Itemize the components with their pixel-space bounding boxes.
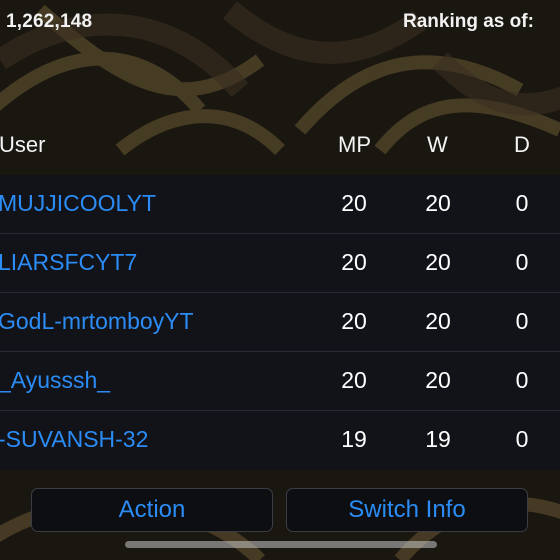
- mp-value: 20: [341, 308, 367, 334]
- player-count: 1,262,148: [6, 11, 93, 32]
- mp-value: 20: [341, 367, 367, 393]
- d-value: 0: [515, 367, 529, 393]
- table-row[interactable]: LIARSFCYT7 20 20 0: [0, 234, 560, 293]
- d-value: 0: [515, 190, 529, 216]
- user-link[interactable]: MUJJICOOLYT: [0, 190, 156, 217]
- mp-value: 19: [341, 426, 367, 452]
- column-header-user: User: [0, 132, 46, 157]
- user-link[interactable]: -SUVANSH-32: [0, 426, 148, 453]
- w-value: 20: [425, 367, 451, 393]
- mp-value: 20: [341, 249, 367, 275]
- table-row[interactable]: -SUVANSH-32 19 19 0: [0, 411, 560, 470]
- leaderboard-table: MUJJICOOLYT 20 20 0 LIARSFCYT7 20 20 0 G…: [0, 175, 560, 470]
- column-header-w: W: [427, 132, 448, 157]
- action-button[interactable]: Action: [31, 488, 273, 532]
- user-link[interactable]: GodL-mrtomboyYT: [0, 308, 194, 335]
- d-value: 0: [515, 308, 529, 334]
- w-value: 20: [425, 308, 451, 334]
- d-value: 0: [515, 249, 529, 275]
- w-value: 19: [425, 426, 451, 452]
- table-row[interactable]: _Ayusssh_ 20 20 0: [0, 352, 560, 411]
- table-row[interactable]: GodL-mrtomboyYT 20 20 0: [0, 293, 560, 352]
- mp-value: 20: [341, 190, 367, 216]
- column-header-d: D: [514, 132, 530, 157]
- table-row[interactable]: MUJJICOOLYT 20 20 0: [0, 175, 560, 234]
- column-header-mp: MP: [338, 132, 371, 157]
- w-value: 20: [425, 249, 451, 275]
- leaderboard-screen: 1,262,148 Ranking as of: User MP W D MUJ…: [0, 0, 560, 560]
- ranking-as-of-label: Ranking as of:: [403, 11, 534, 32]
- d-value: 0: [515, 426, 529, 452]
- home-indicator[interactable]: [125, 541, 437, 548]
- w-value: 20: [425, 190, 451, 216]
- user-link[interactable]: _Ayusssh_: [0, 367, 110, 394]
- switch-info-button[interactable]: Switch Info: [286, 488, 528, 532]
- table-header: User MP W D: [0, 128, 560, 164]
- user-link[interactable]: LIARSFCYT7: [0, 249, 137, 276]
